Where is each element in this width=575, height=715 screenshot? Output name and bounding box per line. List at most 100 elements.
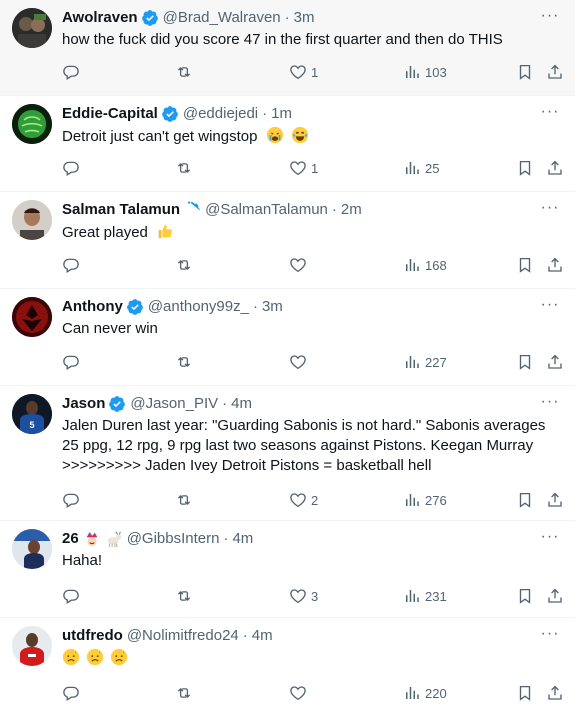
bookmark-button[interactable]	[516, 681, 534, 705]
timestamp[interactable]: 4m	[231, 394, 252, 414]
reply-button[interactable]	[62, 156, 84, 180]
bookmark-icon	[519, 588, 531, 604]
like-button[interactable]: 1	[289, 60, 318, 84]
views-button[interactable]: 25	[403, 156, 439, 180]
retweet-button[interactable]	[175, 488, 197, 512]
bookmark-icon	[519, 492, 531, 508]
share-button[interactable]	[546, 350, 564, 374]
like-button[interactable]: 2	[289, 488, 318, 512]
crying-face-emoji-icon	[266, 126, 283, 144]
tweet[interactable]: Anthony @anthony99z_ · 3m ··· Can never …	[0, 289, 575, 386]
reply-button[interactable]	[62, 253, 84, 277]
separator: ·	[284, 9, 290, 26]
reply-button[interactable]	[62, 350, 84, 374]
share-icon	[548, 492, 562, 507]
handle[interactable]: @Brad_Walraven	[163, 8, 281, 28]
display-name[interactable]: utdfredo	[62, 626, 123, 646]
display-name[interactable]: Awolraven	[62, 8, 138, 28]
handle[interactable]: @SalmanTalamun	[205, 200, 328, 220]
timestamp[interactable]: 4m	[252, 626, 273, 646]
bookmark-button[interactable]	[516, 253, 534, 277]
views-icon	[406, 687, 419, 699]
bookmark-button[interactable]	[516, 350, 534, 374]
views-button[interactable]: 103	[403, 60, 447, 84]
bookmark-button[interactable]	[516, 488, 534, 512]
tweet[interactable]: Eddie-Capital @eddiejedi · 1m ··· Detroi…	[0, 96, 575, 192]
handle[interactable]: @GibbsIntern	[127, 529, 220, 549]
handle[interactable]: @Jason_PIV	[130, 394, 218, 414]
views-button[interactable]: 168	[403, 253, 447, 277]
tweet[interactable]: Salman Talamun @SalmanTalamun · 2m ··· G…	[0, 192, 575, 289]
display-name[interactable]: Jason	[62, 394, 105, 414]
tweet[interactable]: 5 Jason @Jason_PIV · 4m ··· Jalen Duren …	[0, 386, 575, 521]
avatar[interactable]	[12, 626, 52, 666]
retweet-button[interactable]	[175, 60, 197, 84]
retweet-button[interactable]	[175, 584, 197, 608]
tweet[interactable]: 26 @GibbsIntern · 4m ··· Haha! 3 231	[0, 521, 575, 618]
avatar[interactable]	[12, 297, 52, 337]
share-button[interactable]	[546, 584, 564, 608]
tweet[interactable]: Awolraven @Brad_Walraven · 3m ··· how th…	[0, 0, 575, 96]
avatar[interactable]	[12, 529, 52, 569]
more-icon[interactable]: ···	[539, 392, 561, 412]
handle[interactable]: @anthony99z_	[148, 297, 249, 317]
views-button[interactable]: 276	[403, 488, 447, 512]
more-icon[interactable]: ···	[539, 624, 561, 644]
tweet-actions: 227	[0, 350, 575, 374]
share-icon	[548, 257, 562, 272]
handle[interactable]: @Nolimitfredo24	[127, 626, 239, 646]
timestamp[interactable]: 3m	[262, 297, 283, 317]
more-icon[interactable]: ···	[539, 102, 561, 122]
tweet-text-row	[62, 648, 557, 669]
display-name[interactable]: Eddie-Capital	[62, 104, 158, 124]
bookmark-button[interactable]	[516, 156, 534, 180]
verified-badge-icon	[188, 201, 200, 214]
reply-button[interactable]	[62, 584, 84, 608]
share-button[interactable]	[546, 60, 564, 84]
timestamp[interactable]: 2m	[341, 200, 362, 220]
bookmark-icon	[519, 64, 531, 80]
views-icon	[406, 162, 419, 174]
share-button[interactable]	[546, 156, 564, 180]
handle[interactable]: @eddiejedi	[183, 104, 258, 124]
more-icon[interactable]: ···	[539, 6, 561, 26]
avatar[interactable]	[12, 200, 52, 240]
share-button[interactable]	[546, 253, 564, 277]
view-count: 220	[425, 685, 447, 701]
views-button[interactable]: 231	[403, 584, 447, 608]
like-button[interactable]	[289, 253, 311, 277]
retweet-button[interactable]	[175, 350, 197, 374]
display-name[interactable]: 26	[62, 529, 79, 549]
retweet-button[interactable]	[175, 156, 197, 180]
more-icon[interactable]: ···	[539, 295, 561, 315]
views-button[interactable]: 227	[403, 350, 447, 374]
timestamp[interactable]: 1m	[271, 104, 292, 124]
tweet[interactable]: utdfredo @Nolimitfredo24 · 4m ··· 220	[0, 618, 575, 715]
display-name[interactable]: Salman Talamun	[62, 200, 180, 220]
retweet-button[interactable]	[175, 681, 197, 705]
avatar[interactable]: 5	[12, 394, 52, 434]
avatar[interactable]	[12, 8, 52, 48]
more-icon[interactable]: ···	[539, 527, 561, 547]
timestamp[interactable]: 4m	[232, 529, 253, 549]
like-button[interactable]	[289, 350, 311, 374]
reply-button[interactable]	[62, 681, 84, 705]
display-name[interactable]: Anthony	[62, 297, 123, 317]
share-button[interactable]	[546, 681, 564, 705]
like-button[interactable]: 1	[289, 156, 318, 180]
retweet-button[interactable]	[175, 253, 197, 277]
share-button[interactable]	[546, 488, 564, 512]
bookmark-button[interactable]	[516, 584, 534, 608]
bookmark-button[interactable]	[516, 60, 534, 84]
reply-icon	[63, 589, 79, 604]
timestamp[interactable]: 3m	[294, 8, 315, 28]
more-icon[interactable]: ···	[539, 198, 561, 218]
reply-button[interactable]	[62, 488, 84, 512]
reply-button[interactable]	[62, 60, 84, 84]
reply-icon	[63, 355, 79, 370]
avatar[interactable]	[12, 104, 52, 144]
tweet-actions: 3 231	[0, 584, 575, 608]
views-button[interactable]: 220	[403, 681, 447, 705]
like-button[interactable]: 3	[289, 584, 318, 608]
like-button[interactable]	[289, 681, 311, 705]
